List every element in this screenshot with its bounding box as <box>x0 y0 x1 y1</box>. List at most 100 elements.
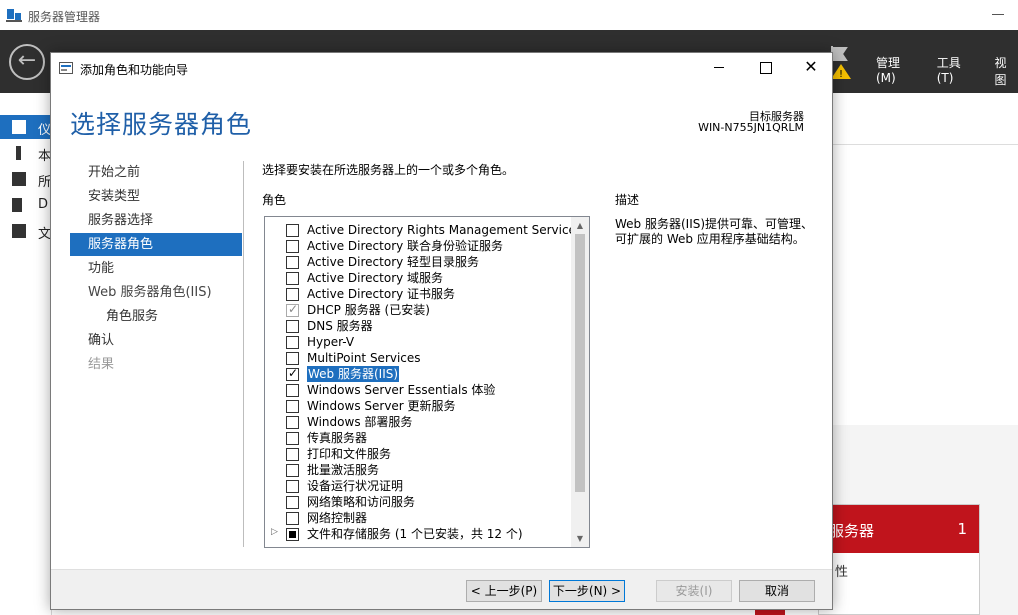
role-checkbox <box>286 302 299 317</box>
role-list-item[interactable]: Active Directory Rights Management Servi… <box>265 222 582 238</box>
step-installation-type[interactable]: 安装类型 <box>70 185 242 208</box>
role-list-item[interactable]: MultiPoint Services <box>265 350 571 366</box>
add-roles-wizard: 添加角色和功能向导 ✕ 选择服务器角色 目标服务器 WIN-N755JN1QRL… <box>50 52 833 610</box>
scroll-down-icon[interactable]: ▼ <box>571 530 589 547</box>
server-manager-nav: 仪 本 所 D 文 <box>0 93 52 615</box>
nav-item-local-server[interactable]: 本 <box>0 141 52 165</box>
role-label: Windows Server Essentials 体验 <box>307 383 496 397</box>
scroll-up-icon[interactable]: ▲ <box>571 217 589 234</box>
role-list-item[interactable]: 传真服务器 <box>265 430 571 446</box>
nav-item-file-storage[interactable]: 文 <box>0 219 52 243</box>
role-checkbox[interactable] <box>286 288 299 301</box>
server-manager-menu: 管理(M) 工具(T) 视图 <box>876 54 1018 88</box>
wizard-maximize-button[interactable] <box>742 53 788 83</box>
step-features[interactable]: 功能 <box>70 257 242 280</box>
role-list-item[interactable]: Windows Server Essentials 体验 <box>265 382 571 398</box>
role-label: 打印和文件服务 <box>307 447 392 461</box>
wizard-footer: < 上一步(P) 下一步(N) > 安装(I) 取消 <box>51 569 832 609</box>
role-label: Web 服务器(IIS) <box>307 366 400 382</box>
step-before-you-begin[interactable]: 开始之前 <box>70 161 242 184</box>
role-list-item[interactable]: Windows Server 更新服务 <box>265 398 571 414</box>
role-label: Hyper-V <box>307 335 355 349</box>
nav-item-dhcp[interactable]: D <box>0 193 52 217</box>
role-checkbox[interactable] <box>286 366 299 381</box>
role-checkbox[interactable] <box>286 400 299 413</box>
server-tile-header: 服务器 1 <box>819 505 979 553</box>
steps-divider <box>243 161 244 547</box>
role-label: 网络控制器 <box>307 511 368 525</box>
step-confirmation[interactable]: 确认 <box>70 329 242 352</box>
role-checkbox[interactable] <box>286 336 299 349</box>
roles-scrollbar[interactable]: ▲ ▼ <box>571 217 589 547</box>
expand-arrow-icon[interactable]: ▷ <box>271 527 278 537</box>
role-list-item[interactable]: Hyper-V <box>265 334 571 350</box>
server-tile-row[interactable]: 性 <box>835 561 848 580</box>
role-checkbox[interactable] <box>286 240 299 253</box>
nav-item-dashboard[interactable]: 仪 <box>0 115 52 139</box>
role-checkbox[interactable] <box>286 320 299 333</box>
role-checkbox[interactable] <box>286 448 299 461</box>
step-web-server-role[interactable]: Web 服务器角色(IIS) <box>70 281 242 304</box>
dashboard-icon <box>12 120 26 134</box>
step-server-selection[interactable]: 服务器选择 <box>70 209 242 232</box>
role-checkbox[interactable] <box>286 496 299 509</box>
step-results: 结果 <box>88 357 115 372</box>
role-label: Active Directory Rights Management Servi… <box>307 223 583 237</box>
step-role-services[interactable]: 角色服务 <box>70 305 242 328</box>
role-checkbox[interactable] <box>286 224 299 237</box>
role-label: Active Directory 轻型目录服务 <box>307 255 480 269</box>
description-label: 描述 <box>615 193 640 207</box>
menu-view[interactable]: 视图 <box>995 54 1018 88</box>
file-storage-icon <box>12 224 26 238</box>
previous-button[interactable]: < 上一步(P) <box>466 580 542 602</box>
description-text: Web 服务器(IIS)提供可靠、可管理、可扩展的 Web 应用程序基础结构。 <box>615 217 814 246</box>
step-server-roles[interactable]: 服务器角色 <box>70 233 242 256</box>
role-list-item[interactable]: Active Directory 轻型目录服务 <box>265 254 571 270</box>
menu-tools[interactable]: 工具(T) <box>937 54 977 88</box>
role-list-item[interactable]: Web 服务器(IIS) <box>265 366 571 382</box>
roles-list[interactable]: Active Directory Rights Management Servi… <box>264 216 590 548</box>
back-arrow-icon[interactable]: ← <box>9 44 45 80</box>
role-list-item[interactable]: Active Directory 联合身份验证服务 <box>265 238 571 254</box>
role-checkbox[interactable] <box>286 432 299 445</box>
role-checkbox[interactable] <box>286 384 299 397</box>
role-label: 网络策略和访问服务 <box>307 495 416 509</box>
role-list-item[interactable]: 设备运行状况证明 <box>265 478 571 494</box>
role-list-item[interactable]: Active Directory 域服务 <box>265 270 571 286</box>
role-list-item[interactable]: DNS 服务器 <box>265 318 571 334</box>
dashboard-area <box>832 145 1018 425</box>
role-label: DNS 服务器 <box>307 319 373 333</box>
role-checkbox[interactable] <box>286 416 299 429</box>
role-list-item[interactable]: 批量激活服务 <box>265 462 571 478</box>
next-button[interactable]: 下一步(N) > <box>549 580 625 602</box>
role-list-item[interactable]: DHCP 服务器 (已安装) <box>265 302 571 318</box>
minimize-button[interactable] <box>992 6 1004 18</box>
scroll-thumb[interactable] <box>575 234 585 492</box>
role-checkbox[interactable] <box>286 272 299 285</box>
server-tile[interactable]: 服务器 1 性 <box>818 504 980 615</box>
role-list-item[interactable]: Active Directory 证书服务 <box>265 286 571 302</box>
role-list-item[interactable]: 网络控制器 <box>265 510 571 526</box>
menu-manage[interactable]: 管理(M) <box>876 54 919 88</box>
role-list-item[interactable]: 打印和文件服务 <box>265 446 571 462</box>
local-server-icon <box>16 146 21 160</box>
role-list-item[interactable]: Windows 部署服务 <box>265 414 571 430</box>
role-checkbox[interactable] <box>286 256 299 269</box>
role-list-item[interactable]: 网络策略和访问服务 <box>265 494 571 510</box>
role-label: 文件和存储服务 (1 个已安装，共 12 个) <box>307 527 523 541</box>
role-checkbox[interactable] <box>286 528 299 541</box>
wizard-minimize-button[interactable] <box>696 53 742 83</box>
role-label: DHCP 服务器 (已安装) <box>307 303 430 317</box>
wizard-titlebar: 添加角色和功能向导 ✕ <box>51 53 832 83</box>
wizard-close-button[interactable]: ✕ <box>788 53 834 83</box>
wizard-icon <box>59 62 73 74</box>
role-checkbox[interactable] <box>286 464 299 477</box>
nav-item-all-servers[interactable]: 所 <box>0 167 52 191</box>
cancel-button[interactable]: 取消 <box>739 580 815 602</box>
all-servers-icon <box>12 172 26 186</box>
role-checkbox[interactable] <box>286 352 299 365</box>
role-checkbox[interactable] <box>286 512 299 525</box>
wizard-title: 添加角色和功能向导 <box>80 63 189 77</box>
role-list-item[interactable]: ▷ 文件和存储服务 (1 个已安装，共 12 个) <box>265 526 571 542</box>
role-checkbox[interactable] <box>286 480 299 493</box>
